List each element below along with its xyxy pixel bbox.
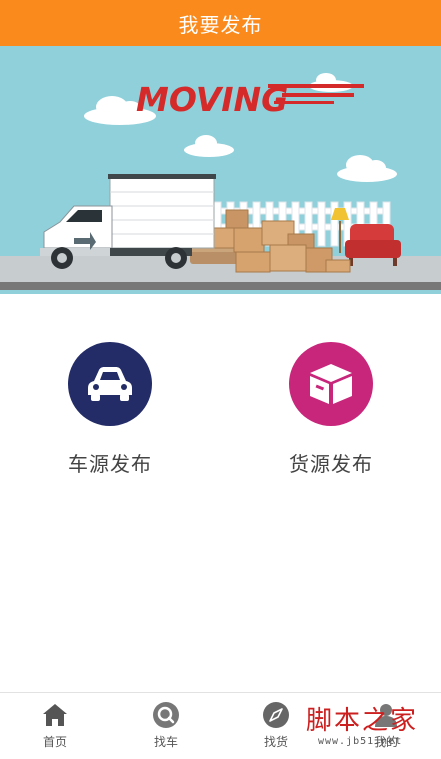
cargo-source-publish-button[interactable]: 货源发布 (256, 342, 406, 477)
app-screen: 我要发布 MOVING 车源发布 货源发布 首页 找车 找货 我的 脚本之家 w… (0, 0, 441, 759)
box-icon (289, 342, 373, 426)
banner-illustration: MOVING (0, 46, 441, 294)
page-title: 我要发布 (178, 12, 263, 37)
compass-icon (263, 702, 289, 728)
car-source-label: 车源发布 (68, 452, 152, 476)
publish-options: 车源发布 货源发布 (0, 294, 441, 690)
user-icon (375, 704, 397, 727)
tab-find-cargo-label: 找货 (263, 735, 288, 749)
tab-find-cargo[interactable]: 找货 (236, 693, 316, 759)
car-icon (68, 342, 152, 426)
moving-banner: MOVING (0, 46, 441, 294)
tab-find-car-label: 找车 (153, 735, 178, 749)
tab-home-label: 首页 (42, 735, 67, 749)
tab-mine[interactable]: 我的 (346, 693, 426, 759)
cargo-source-label: 货源发布 (289, 452, 373, 476)
tab-find-car[interactable]: 找车 (126, 693, 206, 759)
tab-mine-label: 我的 (373, 735, 398, 749)
home-icon (43, 704, 67, 726)
header-bar: 我要发布 (0, 0, 441, 46)
bottom-tab-bar: 首页 找车 找货 我的 (0, 692, 441, 759)
car-source-publish-button[interactable]: 车源发布 (35, 342, 185, 477)
tab-home[interactable]: 首页 (15, 693, 95, 759)
search-car-icon (153, 702, 179, 728)
banner-logo-text: MOVING (136, 80, 288, 119)
